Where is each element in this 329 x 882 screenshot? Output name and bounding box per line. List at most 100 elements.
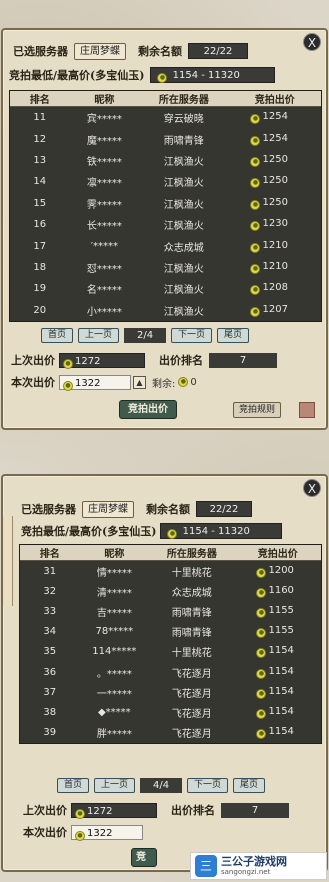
bid-cell: ● 1154	[234, 726, 321, 740]
rank-cell: 18	[33, 261, 47, 273]
server-cell: 穿云破晓	[163, 114, 204, 126]
bid-cell: ● 1254	[228, 133, 321, 146]
rank-cell: 13	[33, 154, 47, 166]
column-bid: 竞拍出价	[254, 95, 295, 106]
place-bid-button[interactable]: 竞拍出价	[119, 400, 177, 419]
price-range-row: 竞拍最低/最高价(多宝仙玉) ● 1154 - 11320	[21, 522, 283, 540]
server-cell: 江枫渔火	[163, 156, 204, 168]
nickname-cell: 长*****	[86, 221, 122, 233]
rank-cell: 36	[43, 666, 57, 678]
last-bid-label: 上次出价	[11, 354, 55, 367]
table-row: 35 114***** 十里桃花 ● 1154	[20, 642, 321, 662]
last-page-button[interactable]: 尾页	[233, 778, 266, 793]
seal-icon	[299, 402, 315, 418]
table-body: 11 宾***** 穿云破晓 ● 1254 12 魔***** 雨啸青锋 ● 1254 13 铁***…	[10, 107, 321, 321]
selected-server-button[interactable]: 庄周梦蝶	[74, 42, 126, 60]
prev-page-button[interactable]: 上一页	[78, 328, 120, 343]
auction-rules-button[interactable]: 竞拍规则	[233, 402, 282, 418]
column-nickname: 昵称	[104, 549, 125, 560]
bid-value: 1154	[268, 685, 294, 697]
table-row: 15 霁***** 江枫渔火 ● 1250	[10, 193, 321, 214]
nickname-cell: 名*****	[86, 285, 122, 297]
table-row: 11 宾***** 穿云破晓 ● 1254	[10, 107, 321, 128]
bid-ranking-table: 排名 昵称 所在服务器 竞拍出价 11 宾***** 穿云破晓 ● 1254 12 魔***…	[9, 90, 322, 322]
rank-cell: 17	[33, 240, 47, 252]
bid-cell: ● 1254	[228, 111, 321, 125]
increase-bid-button[interactable]: ▲	[133, 375, 146, 389]
bid-value: 1250	[262, 153, 288, 165]
price-range-label: 竞拍最低/最高价(多宝仙玉)	[9, 69, 145, 82]
next-page-button[interactable]: 下一页	[171, 328, 213, 343]
next-page-button[interactable]: 下一页	[187, 778, 229, 793]
rank-cell: 11	[33, 112, 47, 124]
table-row: 14 凛***** 江枫渔火 ● 1250	[10, 171, 321, 192]
close-button[interactable]: X	[303, 33, 321, 51]
table-row: 36 。***** 飞花逐月 ● 1154	[20, 662, 321, 682]
column-rank: 排名	[39, 549, 60, 560]
bid-value: 1154	[268, 645, 294, 657]
server-cell: 江枫渔火	[163, 306, 204, 318]
prev-page-button[interactable]: 上一页	[94, 778, 136, 793]
remaining-quota-value: 22/22	[196, 501, 252, 517]
server-cell: 飞花逐月	[171, 688, 212, 700]
server-row: 已选服务器 庄周梦蝶 剩余名额 22/22	[13, 42, 248, 60]
jade-coin-icon: ●	[250, 306, 261, 317]
jade-coin-icon: ●	[256, 567, 267, 578]
current-bid-input[interactable]: ● 1322	[71, 824, 143, 841]
server-cell: 飞花逐月	[171, 729, 212, 741]
column-rank: 排名	[29, 95, 50, 106]
selected-server-button[interactable]: 庄周梦蝶	[82, 500, 134, 518]
nickname-cell: 。*****	[96, 668, 132, 680]
current-bid-input[interactable]: ● 1322	[59, 374, 131, 391]
bid-cell: ● 1208	[228, 282, 321, 296]
page-indicator: 4/4	[140, 778, 183, 793]
bid-cell: ● 1155	[234, 625, 321, 639]
column-nickname: 昵称	[94, 95, 115, 106]
first-page-button[interactable]: 首页	[41, 328, 74, 343]
current-bid-row: 本次出价 ● 1322 ▲ 剩余: ● 0	[11, 374, 197, 391]
rank-cell: 12	[33, 133, 47, 145]
server-cell: 飞花逐月	[171, 708, 212, 720]
table-row: 39 胖***** 飞花逐月 ● 1154	[20, 723, 321, 743]
jade-coin-icon: ●	[256, 729, 267, 740]
last-bid-field: ● 1272	[71, 802, 157, 819]
bid-rank-value: 7	[221, 802, 289, 818]
table-body: 31 情***** 十里桃花 ● 1200 32 清***** 众志成城 ● 1160 33 吉***…	[20, 561, 321, 743]
bid-cell: ● 1160	[234, 585, 321, 598]
nickname-cell: 吉*****	[96, 607, 132, 619]
jade-coin-icon: ●	[250, 156, 261, 167]
current-bid-value: 1322	[75, 377, 101, 389]
column-bid: 竞拍出价	[257, 549, 298, 560]
watermark-text: 三公子游戏网 sangongzi.net	[221, 855, 287, 877]
server-cell: 众志成城	[163, 242, 204, 254]
pager: 首页 上一页 4/4 下一页 尾页	[57, 778, 266, 793]
bid-value: 1210	[262, 239, 288, 251]
table-row: 18 怼***** 江枫渔火 ● 1210	[10, 257, 321, 278]
watermark-name: 三公子游戏网	[221, 855, 287, 868]
last-bid-value: 1272	[75, 355, 101, 367]
nickname-cell: 114*****	[92, 646, 137, 658]
place-bid-button[interactable]: 竞	[131, 848, 157, 867]
server-row: 已选服务器 庄周梦蝶 剩余名额 22/22	[21, 500, 252, 518]
bid-value: 1155	[268, 625, 294, 637]
bid-cell: ● 1250	[228, 197, 321, 210]
nickname-cell: 清*****	[96, 587, 132, 599]
table-row: 33 吉***** 雨啸青锋 ● 1155	[20, 601, 321, 621]
nickname-cell: ◆*****	[97, 706, 131, 718]
server-cell: 江枫渔火	[163, 221, 204, 233]
jade-coin-icon: ●	[256, 668, 267, 679]
jade-coin-icon: ●	[256, 708, 267, 719]
close-button[interactable]: X	[303, 479, 321, 497]
jade-coin-icon: ●	[63, 380, 73, 391]
page-indicator: 2/4	[124, 328, 167, 343]
nickname-cell: 凛*****	[86, 178, 122, 190]
auction-panel-1: X 已选服务器 庄周梦蝶 剩余名额 22/22 竞拍最低/最高价(多宝仙玉) ●…	[1, 28, 328, 430]
bid-cell: ● 1154	[234, 706, 321, 719]
current-bid-label: 本次出价	[23, 826, 67, 839]
column-server: 所在服务器	[158, 95, 209, 106]
server-cell: 十里桃花	[171, 567, 212, 579]
last-page-button[interactable]: 尾页	[217, 328, 250, 343]
first-page-button[interactable]: 首页	[57, 778, 90, 793]
server-cell: 十里桃花	[171, 648, 212, 660]
nickname-cell: 宾*****	[86, 114, 122, 126]
